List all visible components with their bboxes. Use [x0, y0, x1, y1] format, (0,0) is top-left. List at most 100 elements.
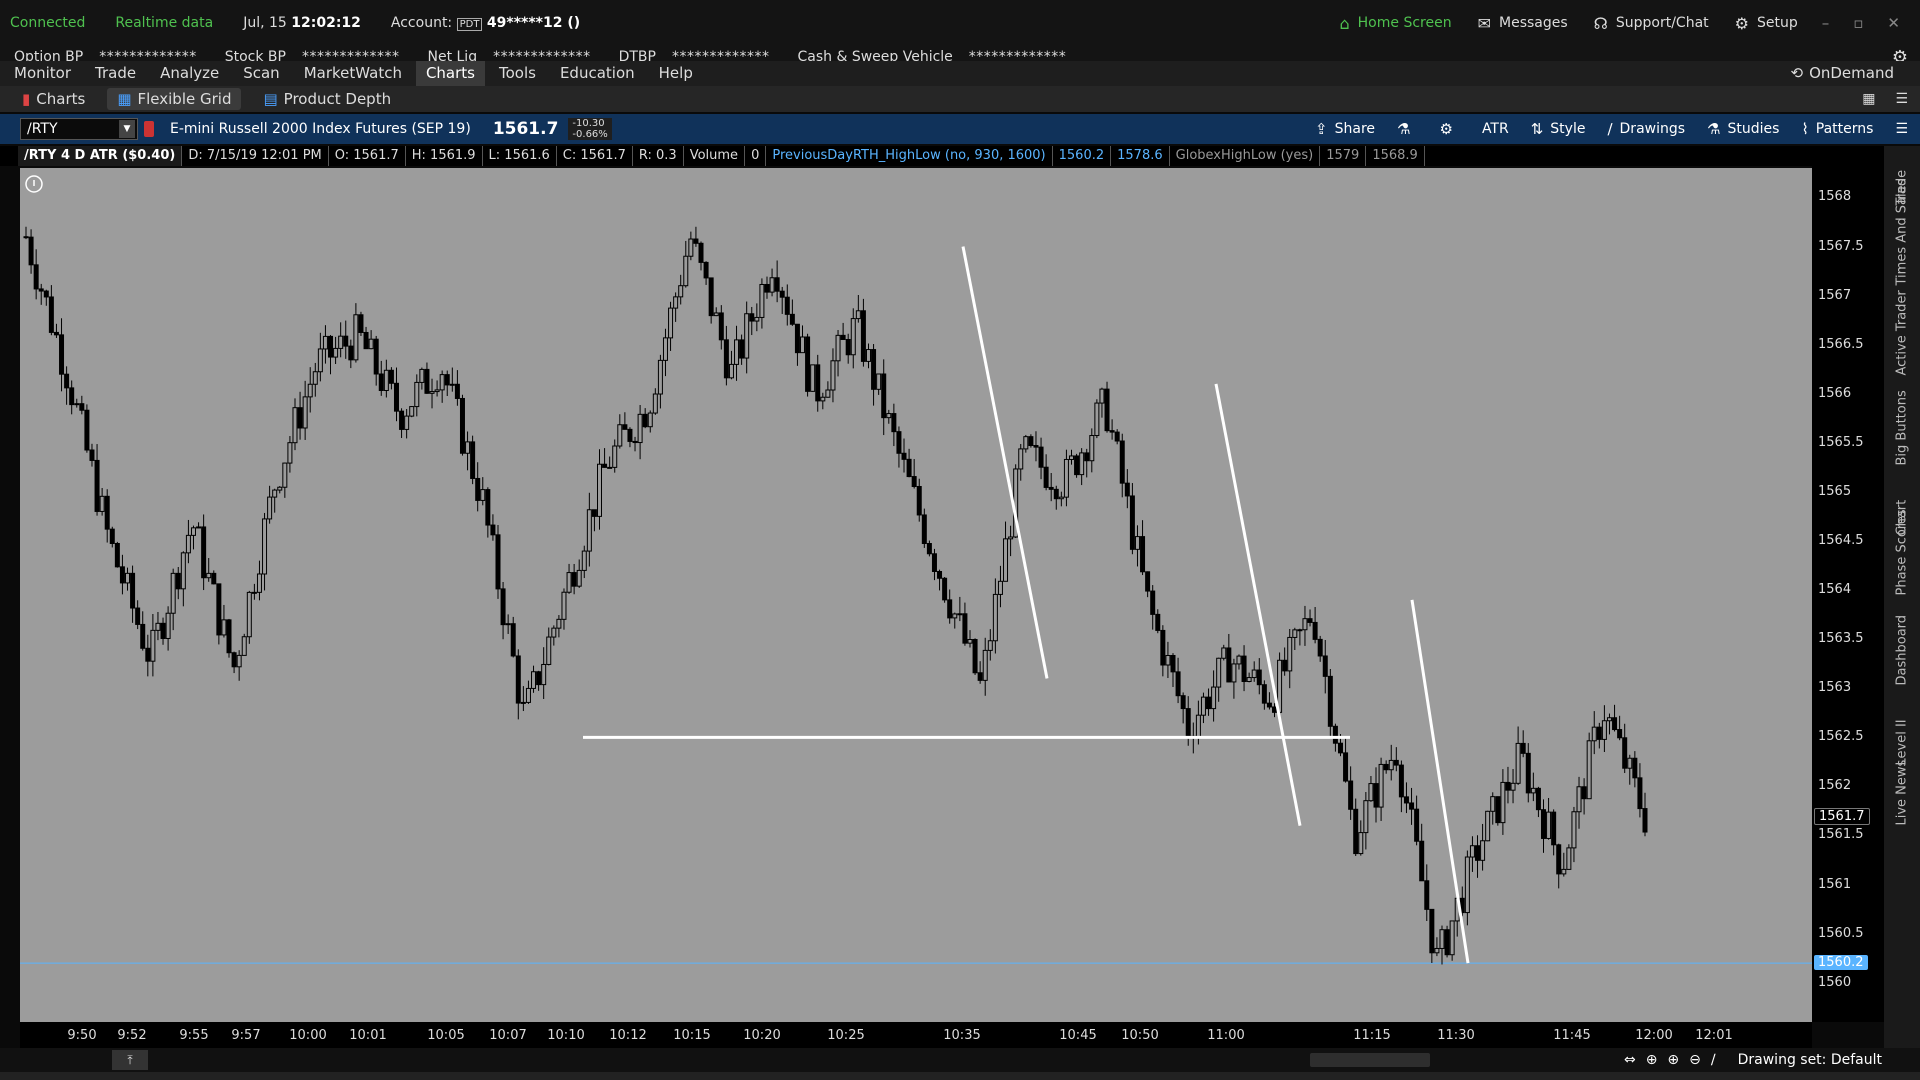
home-screen-button[interactable]: ⌂ Home Screen	[1340, 14, 1452, 33]
candle-body	[1485, 810, 1491, 842]
time-tick-label: 9:52	[117, 1028, 147, 1043]
price-chart[interactable]	[20, 168, 1812, 1022]
candle-body	[561, 591, 567, 620]
candle-body	[632, 440, 638, 444]
style-button[interactable]: ⇅ Style	[1531, 120, 1586, 138]
drawing-tool-icon[interactable]: ∕	[1711, 1052, 1716, 1068]
symbol-input[interactable]: /RTY ▼	[20, 118, 138, 140]
candle-body	[1480, 840, 1486, 861]
candle-body	[348, 345, 354, 361]
candle-body	[1099, 388, 1105, 404]
candle-body	[1571, 811, 1577, 849]
close-icon[interactable]: ✕	[1887, 14, 1900, 32]
candle-body	[1129, 495, 1135, 550]
candle-body	[1393, 759, 1399, 766]
menu-item-analyze[interactable]: Analyze	[150, 61, 229, 86]
beaker-button[interactable]: ⚗	[1397, 120, 1417, 138]
candle-body	[1211, 686, 1217, 710]
messages-button[interactable]: ✉ Messages	[1478, 14, 1568, 33]
layout-grid-icon[interactable]: ▦	[1862, 91, 1875, 107]
support-chat-button[interactable]: ☊ Support/Chat	[1594, 14, 1709, 33]
candle-body	[1292, 629, 1298, 638]
menu-item-monitor[interactable]: Monitor	[4, 61, 81, 86]
chevron-down-icon[interactable]: ▼	[119, 120, 135, 138]
study-globex-low: 1568.9	[1366, 146, 1425, 166]
minimize-icon[interactable]: –	[1822, 14, 1830, 32]
study-globex-hl[interactable]: GlobexHighLow (yes)	[1170, 146, 1321, 166]
menu-item-help[interactable]: Help	[649, 61, 703, 86]
menu-item-charts[interactable]: Charts	[415, 61, 485, 86]
price-tick-label: 1568	[1818, 189, 1852, 205]
beaker-icon: ⚗	[1397, 120, 1411, 138]
candle-body	[541, 663, 547, 686]
candle-body	[982, 649, 988, 681]
zoom-in-icon[interactable]: ⊕	[1667, 1052, 1679, 1068]
chart-plot-area[interactable]	[20, 168, 1812, 1022]
time-tick-label: 10:01	[349, 1028, 387, 1043]
tab-charts[interactable]: ▮ Charts	[12, 88, 95, 110]
candle-body	[896, 431, 902, 454]
price-tick-label: 1561	[1818, 876, 1852, 892]
candle-body	[1185, 708, 1191, 737]
chart-scrollbar[interactable]	[1310, 1053, 1430, 1067]
candle-body	[1084, 452, 1090, 462]
chart-menu-icon[interactable]: ☰	[1895, 121, 1908, 137]
studies-button[interactable]: ⚗ Studies	[1707, 120, 1779, 138]
sidebar-tab-live-news[interactable]: Live News	[1888, 760, 1916, 826]
chart-info-bar: /RTY 4 D ATR ($0.40) D: 7/15/19 12:01 PM…	[0, 146, 1920, 166]
zoom-out-icon[interactable]: ⊖	[1689, 1052, 1701, 1068]
candle-body	[302, 396, 308, 429]
candle-body	[957, 613, 963, 616]
sidebar-tab-times-and-sales[interactable]: Times And Sales	[1888, 179, 1916, 286]
sidebar-tab-dashboard[interactable]: Dashboard	[1888, 615, 1916, 686]
candle-body	[977, 672, 983, 681]
data-status[interactable]: Realtime data	[115, 15, 213, 31]
candle-body	[1053, 488, 1059, 500]
candle-body	[840, 334, 846, 340]
menu-item-marketwatch[interactable]: MarketWatch	[294, 61, 412, 86]
tab-product-depth[interactable]: ▤ Product Depth	[253, 88, 401, 110]
drawings-button[interactable]: ∕ Drawings	[1607, 120, 1685, 138]
candle-body	[597, 463, 603, 517]
candle-body	[1383, 763, 1389, 771]
collapse-panel-icon[interactable]: ⤒	[112, 1050, 148, 1070]
menu-item-scan[interactable]: Scan	[233, 61, 289, 86]
candle-body	[1353, 808, 1359, 855]
pan-icon[interactable]: ⇔	[1624, 1052, 1636, 1068]
ondemand-button[interactable]: ⟲ OnDemand	[1780, 61, 1904, 86]
candle-body	[1591, 726, 1597, 742]
candle-body	[322, 335, 328, 350]
patterns-button[interactable]: ⌇ Patterns	[1801, 120, 1873, 138]
link-color-icon[interactable]	[144, 121, 154, 137]
study-prev-day-hl[interactable]: PreviousDayRTH_HighLow (no, 930, 1600)	[766, 146, 1053, 166]
menu-item-education[interactable]: Education	[550, 61, 645, 86]
setup-button[interactable]: ⚙ Setup	[1735, 14, 1798, 33]
candle-body	[1246, 677, 1252, 683]
tab-flexible-grid[interactable]: ▦ Flexible Grid	[107, 88, 242, 110]
home-icon: ⌂	[1339, 13, 1350, 33]
sidebar-tab-big-buttons[interactable]: Big Buttons	[1888, 390, 1916, 465]
candle-body	[855, 310, 861, 320]
share-button[interactable]: ⇪ Share	[1315, 120, 1375, 138]
drawing-set-label[interactable]: Drawing set: Default	[1738, 1052, 1882, 1068]
candle-body	[1373, 783, 1379, 808]
time-axis[interactable]: 9:50 9:52 9:55 9:57 10:00 10:01 10:05 10:07 10:1…	[20, 1022, 1812, 1048]
menu-item-tools[interactable]: Tools	[489, 61, 546, 86]
atr-button[interactable]: ATR	[1482, 121, 1509, 137]
candle-body	[196, 526, 202, 529]
sidebar-tab-active-trader[interactable]: Active Trader	[1888, 290, 1916, 375]
chart-settings-button[interactable]: ⚙	[1439, 120, 1459, 138]
candle-body	[1282, 659, 1288, 672]
sidebar-tab-phase-scores[interactable]: Phase Scores	[1888, 509, 1916, 595]
maximize-icon[interactable]: ▫	[1853, 14, 1863, 32]
crosshair-icon[interactable]: ⊕	[1646, 1052, 1658, 1068]
candle-body	[1317, 638, 1323, 657]
candle-body	[175, 572, 181, 590]
account-selector[interactable]: Account: PDT 49*****12 ()	[391, 15, 580, 31]
candle-body	[1601, 720, 1607, 740]
menu-item-trade[interactable]: Trade	[85, 61, 146, 86]
menu-lines-icon[interactable]: ☰	[1895, 91, 1908, 107]
candle-body	[145, 647, 151, 662]
candle-body	[211, 572, 217, 585]
price-axis[interactable]: 1568 1567.5 1567 1566.5 1566 1565.5 1565 1564.5…	[1812, 146, 1884, 1022]
